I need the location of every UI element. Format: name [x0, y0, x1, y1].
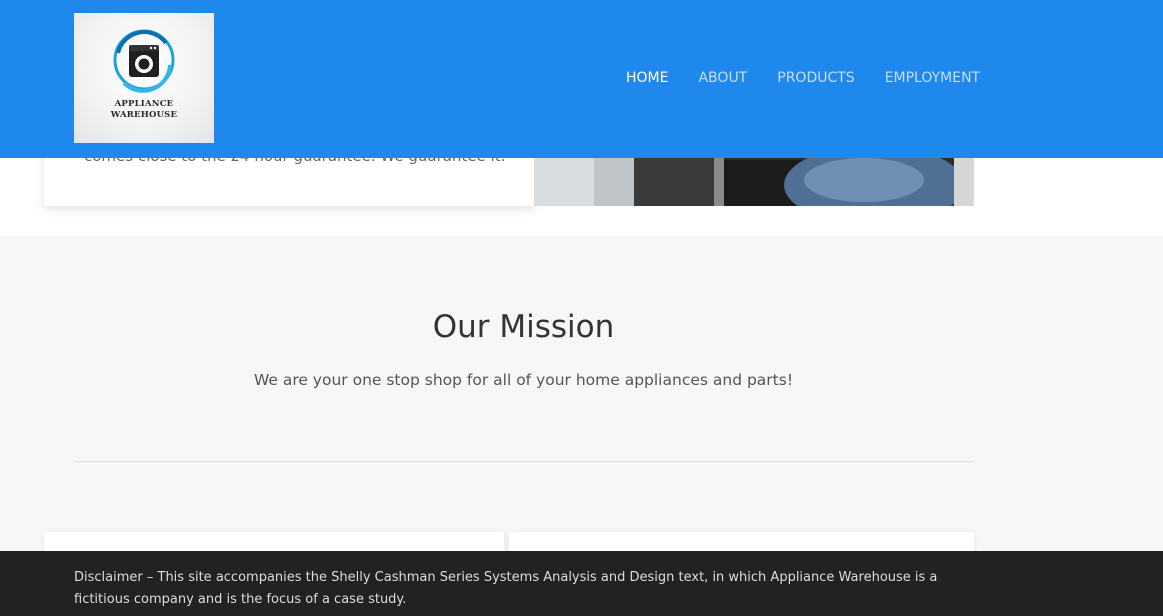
washing-machine-icon: [113, 29, 175, 93]
logo-text-line2: WAREHOUSE: [110, 110, 178, 120]
nav-products[interactable]: PRODUCTS: [777, 70, 854, 86]
site-header: APPLIANCE WAREHOUSE HOME ABOUT PRODUCTS …: [0, 0, 1163, 158]
section-divider: [74, 461, 974, 462]
mission-title: Our Mission: [432, 309, 615, 345]
main-nav: HOME ABOUT PRODUCTS EMPLOYMENT: [626, 70, 1010, 86]
logo-text-line1: APPLIANCE: [114, 99, 174, 109]
site-logo[interactable]: APPLIANCE WAREHOUSE: [74, 13, 214, 143]
nav-home[interactable]: HOME: [626, 70, 668, 86]
nav-employment[interactable]: EMPLOYMENT: [885, 70, 980, 86]
site-footer: Disclaimer – This site accompanies the S…: [0, 551, 1163, 616]
mission-text: We are your one stop shop for all of you…: [253, 371, 794, 389]
nav-about[interactable]: ABOUT: [698, 70, 747, 86]
footer-disclaimer: Disclaimer – This site accompanies the S…: [74, 570, 938, 607]
